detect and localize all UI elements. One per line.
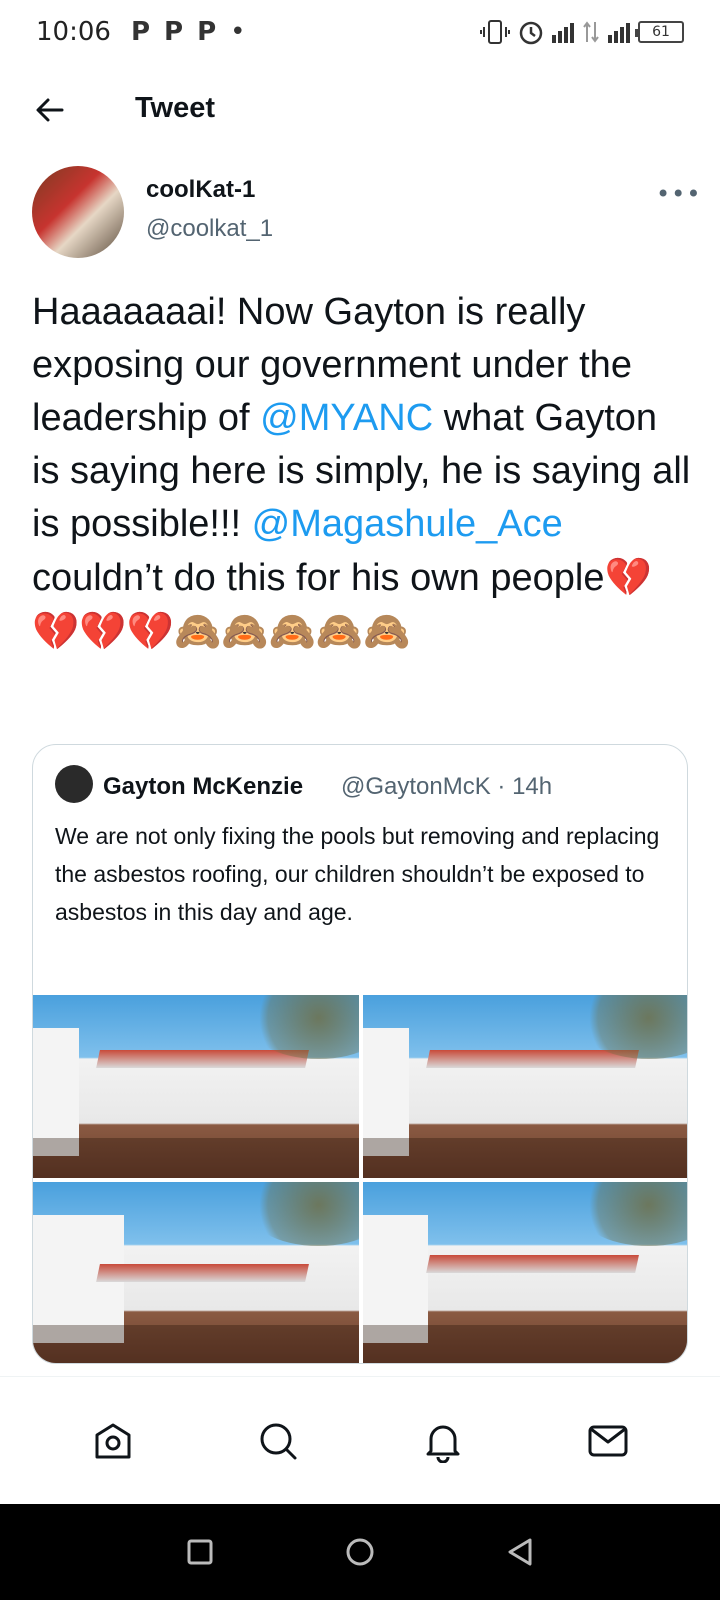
roof-photo-4[interactable] bbox=[363, 1182, 687, 1363]
signal-icon bbox=[552, 21, 574, 43]
back-arrow-icon[interactable] bbox=[34, 94, 66, 126]
data-transfer-icon bbox=[583, 21, 599, 43]
quoted-tweet-text: We are not only fixing the pools but rem… bbox=[55, 823, 660, 925]
app-notification-icon: P bbox=[197, 17, 217, 47]
battery-icon: 61 bbox=[635, 21, 684, 43]
quoted-author-avatar bbox=[55, 765, 93, 803]
top-app-bar: Tweet bbox=[0, 64, 720, 160]
notifications-icon[interactable] bbox=[418, 1416, 468, 1466]
status-bar: 10:06 P P P • 61 bbox=[0, 0, 720, 64]
home-button-icon[interactable] bbox=[345, 1537, 375, 1567]
battery-level: 61 bbox=[652, 24, 670, 40]
app-notification-icon: P bbox=[130, 17, 150, 47]
more-notifications-icon: • bbox=[230, 17, 246, 47]
tweet-text-part: couldn’t do this for his own people bbox=[32, 557, 605, 599]
author-avatar[interactable] bbox=[32, 166, 124, 258]
home-icon[interactable] bbox=[88, 1416, 138, 1466]
author-handle[interactable]: @coolkat_1 bbox=[146, 215, 273, 243]
quoted-author-handle: @GaytonMcK · 14h bbox=[341, 773, 553, 800]
bottom-navigation bbox=[0, 1376, 720, 1504]
roof-photo-2[interactable] bbox=[363, 995, 687, 1178]
system-navigation-bar bbox=[0, 1504, 720, 1600]
roof-photo-3[interactable] bbox=[33, 1182, 359, 1363]
messages-icon[interactable] bbox=[583, 1416, 633, 1466]
back-button-icon[interactable] bbox=[506, 1537, 534, 1567]
system-status-icons: 61 bbox=[480, 19, 684, 45]
mention-link[interactable]: @Magashule_Ace bbox=[252, 503, 563, 545]
tweet-text: Haaaaaaai! Now Gayton is really exposing… bbox=[32, 286, 692, 659]
photo-grid bbox=[33, 995, 687, 1363]
recent-apps-icon[interactable] bbox=[186, 1538, 214, 1566]
signal-h-plus-icon bbox=[608, 21, 630, 43]
page-title: Tweet bbox=[135, 92, 216, 124]
quoted-tweet-card[interactable]: Gayton McKenzie @GaytonMcK · 14h We are … bbox=[32, 744, 688, 1364]
author-name[interactable]: coolKat-1 bbox=[146, 176, 255, 204]
mention-link[interactable]: @MYANC bbox=[260, 397, 433, 439]
notification-icons: P P P • bbox=[131, 17, 246, 47]
app-notification-icon: P bbox=[164, 17, 184, 47]
vibrate-icon bbox=[480, 20, 510, 44]
search-icon[interactable] bbox=[253, 1416, 303, 1466]
alarm-icon bbox=[519, 21, 543, 45]
roof-photo-1[interactable] bbox=[33, 995, 359, 1178]
status-time: 10:06 bbox=[36, 17, 111, 47]
more-options-icon[interactable]: ••• bbox=[656, 180, 701, 208]
quoted-author-name: Gayton McKenzie bbox=[103, 773, 304, 800]
